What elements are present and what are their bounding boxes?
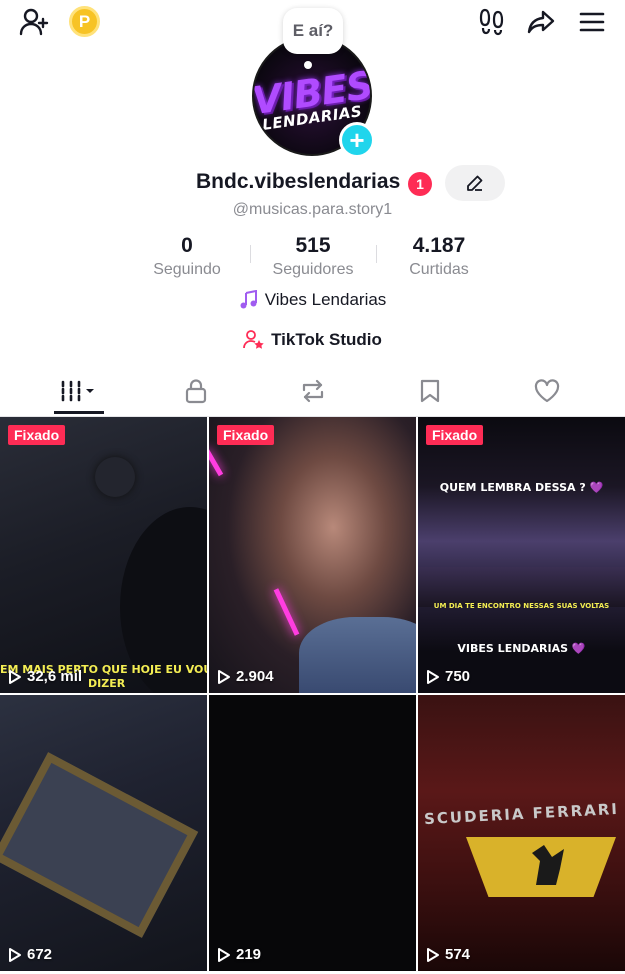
bio-text: Vibes Lendarias	[264, 290, 387, 309]
music-note-icon	[240, 290, 257, 309]
tab-saved[interactable]	[371, 366, 488, 416]
pencil-icon	[467, 175, 483, 191]
video-caption: DIZER	[88, 677, 126, 690]
lock-icon	[185, 379, 206, 404]
stat-followers[interactable]: 515 Seguidores	[253, 234, 373, 279]
add-story-button[interactable]: +	[339, 122, 375, 158]
thumbnail-shape	[95, 457, 135, 497]
play-icon	[427, 947, 439, 962]
tab-liked[interactable]	[488, 366, 605, 416]
user-handle: @musicas.para.story1	[232, 201, 393, 218]
footprints-icon[interactable]	[474, 4, 510, 40]
username: Bndc.vibeslendarias	[196, 170, 401, 193]
video-caption: QUEM LEMBRA DESSA ? 💜	[439, 481, 604, 494]
repost-icon	[302, 379, 323, 403]
tab-videos[interactable]	[20, 366, 137, 416]
creator-icon	[243, 330, 264, 349]
bio[interactable]: Vibes Lendarias	[0, 290, 625, 310]
coin-icon[interactable]: P	[69, 6, 100, 37]
thumbnail-shape	[299, 617, 416, 693]
video-caption: VIBES LENDARIAS 💜	[457, 642, 586, 655]
video-thumbnail[interactable]: Fixado QUEM LEMBRA DESSA ? 💜 UM DIA TE E…	[418, 417, 625, 693]
active-tab-indicator	[54, 411, 104, 414]
thumbnail-shape	[418, 567, 625, 607]
pinned-badge: Fixado	[426, 425, 484, 445]
view-count: 2.904	[217, 668, 274, 685]
view-count: 219	[217, 946, 261, 963]
stat-followers-value: 515	[295, 234, 331, 257]
view-count-value: 32,6 mil	[27, 668, 83, 685]
share-icon[interactable]	[523, 4, 559, 40]
view-count-value: 2.904	[236, 668, 274, 685]
stat-following-value: 0	[181, 234, 193, 257]
heart-icon	[534, 379, 559, 403]
thumbnail-shape	[273, 588, 300, 636]
stat-likes-label: Curtidas	[409, 261, 469, 278]
stat-following[interactable]: 0 Seguindo	[127, 234, 247, 279]
profile-tabs	[0, 366, 625, 416]
stat-followers-label: Seguidores	[272, 261, 354, 278]
play-icon	[427, 669, 439, 684]
video-thumbnail[interactable]: 672	[0, 695, 207, 971]
video-caption: UM DIA TE ENCONTRO NESSAS SUAS VOLTAS	[433, 602, 610, 610]
video-thumbnail[interactable]: 219	[209, 695, 416, 971]
tab-private[interactable]	[137, 366, 254, 416]
stat-following-label: Seguindo	[153, 261, 221, 278]
video-thumbnail[interactable]: SCUDERIA FERRARI 574	[418, 695, 625, 971]
bookmark-icon	[420, 379, 439, 403]
thumbnail-shape	[0, 752, 199, 938]
thumbnail-shape	[209, 447, 224, 477]
view-count-value: 672	[27, 946, 53, 963]
view-count: 32,6 mil	[8, 668, 82, 685]
view-count: 750	[426, 668, 470, 685]
pinned-badge: Fixado	[8, 425, 66, 445]
notification-badge[interactable]: 1	[408, 172, 432, 196]
add-friend-icon[interactable]	[16, 4, 52, 40]
play-icon	[218, 669, 230, 684]
studio-label: TikTok Studio	[271, 330, 382, 349]
tiktok-studio-link[interactable]: TikTok Studio	[0, 329, 625, 351]
view-count: 574	[426, 946, 470, 963]
video-caption: SCUDERIA FERRARI	[423, 799, 620, 829]
status-bubble[interactable]: E aí?	[283, 8, 343, 54]
stat-likes[interactable]: 4.187 Curtidas	[379, 234, 499, 279]
stat-divider	[250, 245, 251, 263]
coin-letter: P	[78, 11, 91, 31]
grid-icon	[61, 380, 94, 402]
play-icon	[218, 947, 230, 962]
play-icon	[9, 669, 21, 684]
status-bubble-tail	[304, 61, 312, 69]
view-count-value: 219	[236, 946, 262, 963]
tab-reposts[interactable]	[254, 366, 371, 416]
view-count: 672	[8, 946, 52, 963]
play-icon	[9, 947, 21, 962]
video-thumbnail[interactable]: Fixado EM MAIS PERTO QUE HOJE EU VOU T D…	[0, 417, 207, 693]
edit-profile-button[interactable]	[445, 165, 505, 201]
pinned-badge: Fixado	[217, 425, 275, 445]
menu-icon[interactable]	[574, 4, 610, 40]
view-count-value: 750	[445, 668, 471, 685]
video-thumbnail[interactable]: Fixado 2.904	[209, 417, 416, 693]
view-count-value: 574	[445, 946, 471, 963]
stat-divider	[376, 245, 377, 263]
status-bubble-text: E aí?	[292, 21, 334, 40]
stat-likes-value: 4.187	[412, 234, 466, 257]
